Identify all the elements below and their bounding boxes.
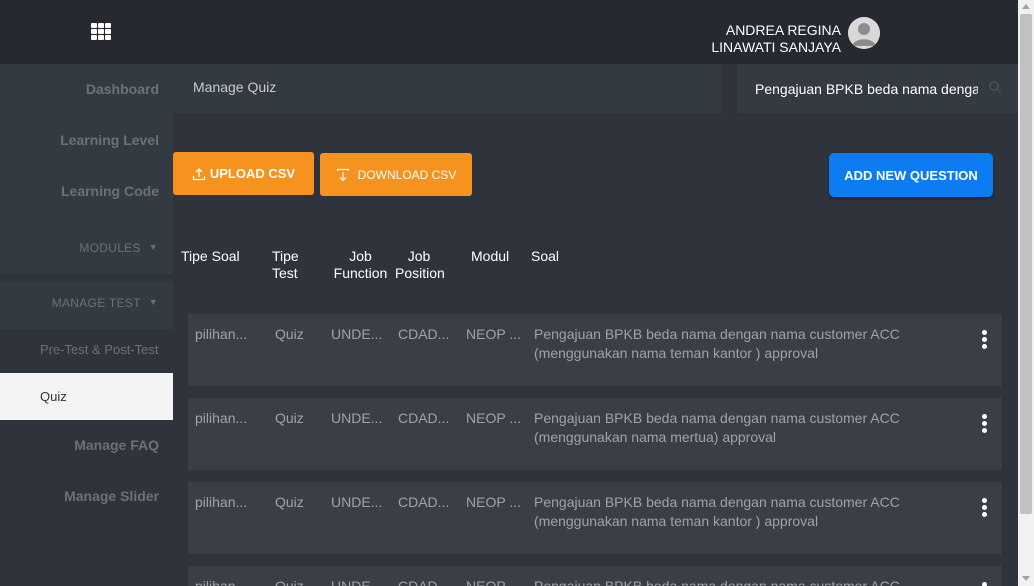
table-row[interactable]: pilihan... Quiz UNDE... CDAD... NEOP ...… (188, 398, 1002, 470)
upload-icon (192, 167, 206, 180)
sidebar-item-quiz[interactable]: Quiz (0, 373, 173, 420)
download-csv-label: DOWNLOAD CSV (357, 167, 457, 182)
sidebar-item-manage-test-label: MANAGE TEST (51, 296, 141, 310)
cell-job-function: UNDE... (331, 494, 383, 510)
cell-job-position: CDAD... (398, 578, 450, 586)
user-name-line2: LINAWATI SANJAYA (711, 39, 841, 55)
column-header-job-position: Job Position (395, 248, 445, 281)
cell-job-function: UNDE... (331, 578, 383, 586)
cell-job-function: UNDE... (331, 326, 383, 342)
download-icon (336, 168, 349, 181)
upload-csv-label: UPLOAD CSV (209, 166, 296, 181)
scroll-up-arrow-icon[interactable] (1022, 4, 1030, 9)
cell-tipe-soal: pilihan... (195, 578, 248, 586)
scrollbar[interactable] (1018, 0, 1034, 586)
column-header-tipe-soal: Tipe Soal (181, 248, 240, 264)
column-header-soal: Soal (531, 248, 560, 264)
cell-modul: NEOP ... (466, 326, 521, 342)
caret-down-icon: ▼ (148, 297, 158, 307)
column-header-modul: Modul (471, 248, 510, 264)
cell-tipe-test: Quiz (275, 578, 304, 586)
scrollbar-thumb[interactable] (1020, 14, 1032, 514)
sidebar: Dashboard Learning Level Learning Code M… (0, 64, 173, 586)
top-bar: ANDREA REGINA LINAWATI SANJAYA (0, 0, 1018, 64)
table-row[interactable]: pilihan... Quiz UNDE... CDAD... NEOP ...… (188, 482, 1002, 554)
sidebar-item-learning-code[interactable]: Learning Code (0, 171, 173, 211)
cell-job-position: CDAD... (398, 410, 450, 426)
more-options-icon[interactable] (978, 498, 990, 520)
more-options-icon[interactable] (978, 582, 990, 586)
sidebar-item-manage-faq[interactable]: Manage FAQ (0, 425, 173, 465)
sidebar-item-manage-slider[interactable]: Manage Slider (0, 476, 173, 516)
cell-soal: Pengajuan BPKB beda nama dengan nama cus… (534, 494, 900, 529)
cell-modul: NEOP ... (466, 578, 521, 586)
sidebar-item-modules[interactable]: MODULES ▼ (0, 241, 173, 255)
breadcrumb: Manage Quiz (193, 79, 277, 95)
cell-job-function: UNDE... (331, 410, 383, 426)
search-box (737, 64, 1018, 113)
more-options-icon[interactable] (978, 414, 990, 436)
upload-csv-button[interactable]: UPLOAD CSV (173, 152, 314, 195)
cell-tipe-soal: pilihan... (195, 410, 248, 426)
user-name[interactable]: ANDREA REGINA LINAWATI SANJAYA (700, 22, 841, 56)
column-header-tipe-test: Tipe Test (272, 248, 299, 281)
search-input[interactable] (737, 64, 1018, 113)
cell-job-position: CDAD... (398, 494, 450, 510)
column-header-job-function: Job Function (333, 248, 388, 281)
cell-modul: NEOP ... (466, 494, 521, 510)
scroll-down-arrow-icon[interactable] (1022, 576, 1030, 581)
sidebar-item-pre-post-test[interactable]: Pre-Test & Post-Test (40, 342, 158, 357)
cell-tipe-soal: pilihan... (195, 494, 248, 510)
cell-soal: Pengajuan BPKB beda nama dengan nama cus… (534, 578, 900, 586)
cell-tipe-test: Quiz (275, 326, 304, 342)
cell-tipe-test: Quiz (275, 494, 304, 510)
cell-modul: NEOP ... (466, 410, 521, 426)
cell-soal: Pengajuan BPKB beda nama dengan nama cus… (534, 326, 900, 361)
search-icon[interactable] (988, 80, 1002, 94)
sidebar-item-learning-level[interactable]: Learning Level (0, 120, 173, 160)
cell-tipe-soal: pilihan... (195, 326, 248, 342)
sidebar-item-manage-test[interactable]: MANAGE TEST ▼ (0, 296, 173, 310)
cell-tipe-test: Quiz (275, 410, 304, 426)
grid-icon[interactable] (91, 23, 111, 40)
add-new-question-button[interactable]: ADD NEW QUESTION (829, 153, 993, 197)
more-options-icon[interactable] (978, 330, 990, 352)
table-row[interactable]: pilihan... Quiz UNDE... CDAD... NEOP ...… (188, 566, 1002, 586)
table-row[interactable]: pilihan... Quiz UNDE... CDAD... NEOP ...… (188, 314, 1002, 386)
cell-soal: Pengajuan BPKB beda nama dengan nama cus… (534, 410, 900, 445)
user-avatar-icon[interactable] (848, 17, 880, 49)
caret-down-icon: ▼ (148, 242, 158, 252)
breadcrumb-bar: Manage Quiz (173, 64, 722, 113)
sidebar-item-dashboard[interactable]: Dashboard (0, 69, 173, 109)
user-name-line1: ANDREA REGINA (725, 22, 841, 38)
sidebar-item-modules-label: MODULES (79, 241, 141, 255)
download-csv-button[interactable]: DOWNLOAD CSV (320, 153, 472, 196)
cell-job-position: CDAD... (398, 326, 450, 342)
